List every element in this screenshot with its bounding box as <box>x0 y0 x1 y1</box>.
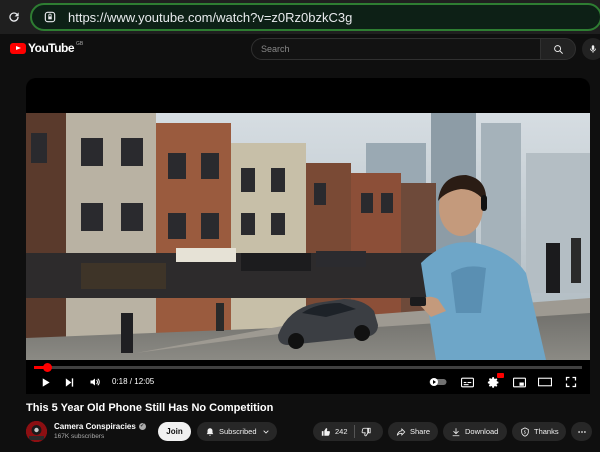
download-label: Download <box>465 427 499 436</box>
youtube-logo-text: YouTube <box>28 41 75 55</box>
verified-icon: ✓ <box>138 423 146 430</box>
country-code: GB <box>76 41 84 47</box>
thanks-button[interactable]: $ Thanks <box>512 422 566 441</box>
video-scene <box>26 113 590 360</box>
search-icon <box>553 44 563 54</box>
volume-button[interactable] <box>86 374 104 390</box>
channel-avatar[interactable] <box>26 421 47 442</box>
subtitles-icon <box>460 377 474 387</box>
autoplay-toggle[interactable] <box>428 374 448 390</box>
youtube-logo[interactable]: YouTube GB <box>10 41 83 55</box>
subscriber-count: 167K subscribers <box>54 433 105 440</box>
reload-icon[interactable] <box>0 0 28 34</box>
video-frame[interactable] <box>26 113 590 360</box>
player-controls: 0:18 / 12:05 <box>26 360 590 394</box>
like-count[interactable]: 242 <box>335 427 348 436</box>
like-button[interactable] <box>321 427 331 437</box>
youtube-header: YouTube GB Search <box>0 34 600 64</box>
channel-name[interactable]: Camera Conspiracies ✓ <box>54 422 146 431</box>
thanks-label: Thanks <box>534 427 559 436</box>
share-button[interactable]: Share <box>388 422 438 441</box>
fullscreen-icon <box>565 376 577 388</box>
search-button[interactable] <box>540 38 576 60</box>
subtitles-button[interactable] <box>458 374 476 390</box>
dislike-button[interactable] <box>361 427 371 437</box>
youtube-play-icon <box>10 42 26 54</box>
settings-button[interactable] <box>484 373 504 390</box>
scrubber-handle[interactable] <box>43 363 53 372</box>
video-title: This 5 Year Old Phone Still Has No Compe… <box>26 402 274 414</box>
like-divider <box>353 425 355 438</box>
player-letterbox-top <box>26 78 590 114</box>
bell-icon <box>205 427 215 437</box>
volume-icon <box>90 378 100 386</box>
thanks-icon: $ <box>520 426 530 437</box>
time-display: 0:18 / 12:05 <box>112 377 155 386</box>
play-icon <box>42 377 50 387</box>
autoplay-toggle-icon <box>429 378 447 386</box>
download-button[interactable]: Download <box>443 422 507 441</box>
thumbs-down-icon <box>361 427 371 436</box>
thumbs-up-icon <box>321 427 330 436</box>
download-icon <box>451 427 461 437</box>
subscribed-button[interactable]: Subscribed <box>197 422 277 441</box>
like-dislike-group: 242 <box>313 422 383 441</box>
site-info-icon[interactable] <box>40 7 60 27</box>
next-button[interactable] <box>60 374 78 390</box>
progress-bar[interactable] <box>34 363 582 372</box>
theater-icon <box>538 377 552 387</box>
hd-badge <box>497 373 504 378</box>
more-horizontal-icon <box>577 430 586 433</box>
more-actions-button[interactable] <box>571 422 592 441</box>
miniplayer-icon <box>512 377 526 387</box>
subscribed-label: Subscribed <box>219 427 257 436</box>
channel-name-text[interactable]: Camera Conspiracies <box>54 422 136 431</box>
share-label: Share <box>410 427 431 436</box>
theater-mode-button[interactable] <box>536 374 554 390</box>
join-button[interactable]: Join <box>158 422 191 441</box>
browser-toolbar: https://www.youtube.com/watch?v=z0Rz0bzk… <box>0 0 600 34</box>
fullscreen-button[interactable] <box>562 374 580 390</box>
microphone-icon <box>590 45 596 53</box>
url-text[interactable]: https://www.youtube.com/watch?v=z0Rz0bzk… <box>68 10 352 25</box>
voice-search-button[interactable] <box>582 38 600 60</box>
search-input[interactable]: Search <box>251 38 541 60</box>
next-icon <box>65 377 73 387</box>
miniplayer-button[interactable] <box>510 374 528 390</box>
share-icon <box>396 427 406 437</box>
play-button[interactable] <box>36 374 54 390</box>
avatar-image <box>26 421 47 442</box>
svg-text:$: $ <box>524 429 527 434</box>
chevron-down-icon <box>262 428 270 436</box>
address-bar[interactable]: https://www.youtube.com/watch?v=z0Rz0bzk… <box>30 3 600 31</box>
